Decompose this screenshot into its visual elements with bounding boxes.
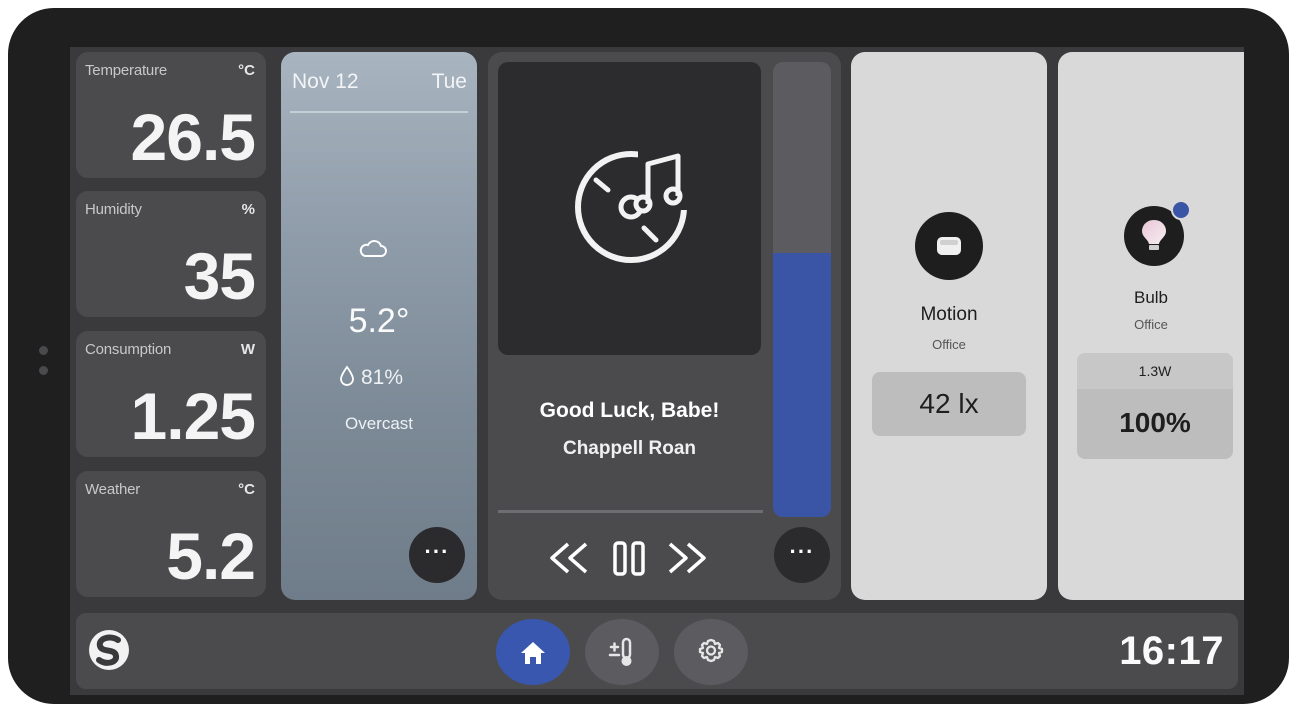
device-frame: Temperature °C 26.5 Humidity % 35 Consum… <box>8 8 1289 704</box>
sensor-label: Humidity <box>85 201 142 218</box>
media-more-button[interactable]: ··· <box>774 527 830 583</box>
sensor-unit: W <box>240 341 255 358</box>
sensor-unit: °C <box>238 481 255 498</box>
device-room: Office <box>932 337 966 352</box>
weather-temperature: 5.2° <box>348 302 410 340</box>
weather-more-button[interactable]: ··· <box>409 527 465 583</box>
illuminance-value: 42 lx <box>872 372 1026 436</box>
dashboard-screen: Temperature °C 26.5 Humidity % 35 Consum… <box>70 47 1244 695</box>
volume-level <box>773 253 831 517</box>
bulb-power: 1.3W <box>1077 353 1233 389</box>
device-name: Motion <box>920 304 978 325</box>
sensor-value: 26.5 <box>130 100 256 174</box>
status-dot <box>1171 200 1191 220</box>
consumption-card[interactable]: Consumption W 1.25 <box>76 331 266 457</box>
thermostat-icon <box>608 637 632 666</box>
side-dot <box>39 366 48 375</box>
weather-day: Tue <box>431 70 467 93</box>
track-artist: Chappell Roan <box>562 438 696 459</box>
sensor-value: 35 <box>183 239 256 313</box>
device-name: Bulb <box>1133 288 1169 307</box>
sensor-unit: °C <box>238 62 255 79</box>
media-player-card: Good Luck, Babe! Chappell Roan ··· <box>488 52 841 600</box>
sensor-value: 1.25 <box>130 379 256 453</box>
weather-humidity: 81% <box>361 366 404 389</box>
weather-humidity-row: 81% <box>339 365 403 390</box>
cloud-icon <box>359 240 387 257</box>
droplet-icon <box>340 365 354 386</box>
nav-settings[interactable] <box>674 619 748 685</box>
home-icon <box>521 642 545 664</box>
bulb-stats: 1.3W 100% <box>1077 353 1233 459</box>
weather-condition: Overcast <box>344 414 414 433</box>
fast-forward-icon[interactable] <box>664 538 710 578</box>
nav-climate[interactable] <box>585 619 659 685</box>
sensor-label: Weather <box>85 481 141 498</box>
humidity-card[interactable]: Humidity % 35 <box>76 191 266 317</box>
volume-slider[interactable] <box>773 62 831 517</box>
app-logo-icon <box>89 630 129 670</box>
track-title: Good Luck, Babe! <box>539 399 720 422</box>
weather-date: Nov 12 <box>292 70 359 93</box>
sensor-label: Temperature <box>85 62 168 79</box>
sensor-label: Consumption <box>85 341 172 358</box>
nav-home[interactable] <box>496 619 570 685</box>
bottom-bar: 16:17 <box>76 613 1238 689</box>
pause-icon[interactable] <box>606 538 652 578</box>
clock: 16:17 <box>1119 629 1224 673</box>
motion-tile[interactable]: Motion Office 42 lx <box>851 52 1047 600</box>
divider <box>290 111 468 113</box>
device-room: Office <box>1134 317 1168 332</box>
weather-card[interactable]: Nov 12 Tue 5.2° 81% Overcast ··· <box>281 52 477 600</box>
bulb-brightness: 100% <box>1119 407 1191 438</box>
music-disc-icon <box>575 148 688 263</box>
motion-sensor-icon <box>915 212 983 280</box>
side-dot <box>39 346 48 355</box>
album-art[interactable] <box>498 62 761 355</box>
sensor-value: 5.2 <box>166 519 256 593</box>
gear-icon <box>698 638 724 663</box>
bulb-tile[interactable]: Bulb Office 1.3W 100% <box>1058 52 1244 600</box>
weather-sensor-card[interactable]: Weather °C 5.2 <box>76 471 266 597</box>
sensor-unit: % <box>241 201 255 218</box>
rewind-icon[interactable] <box>546 538 592 578</box>
playback-progress[interactable] <box>498 510 763 513</box>
temperature-card[interactable]: Temperature °C 26.5 <box>76 52 266 178</box>
